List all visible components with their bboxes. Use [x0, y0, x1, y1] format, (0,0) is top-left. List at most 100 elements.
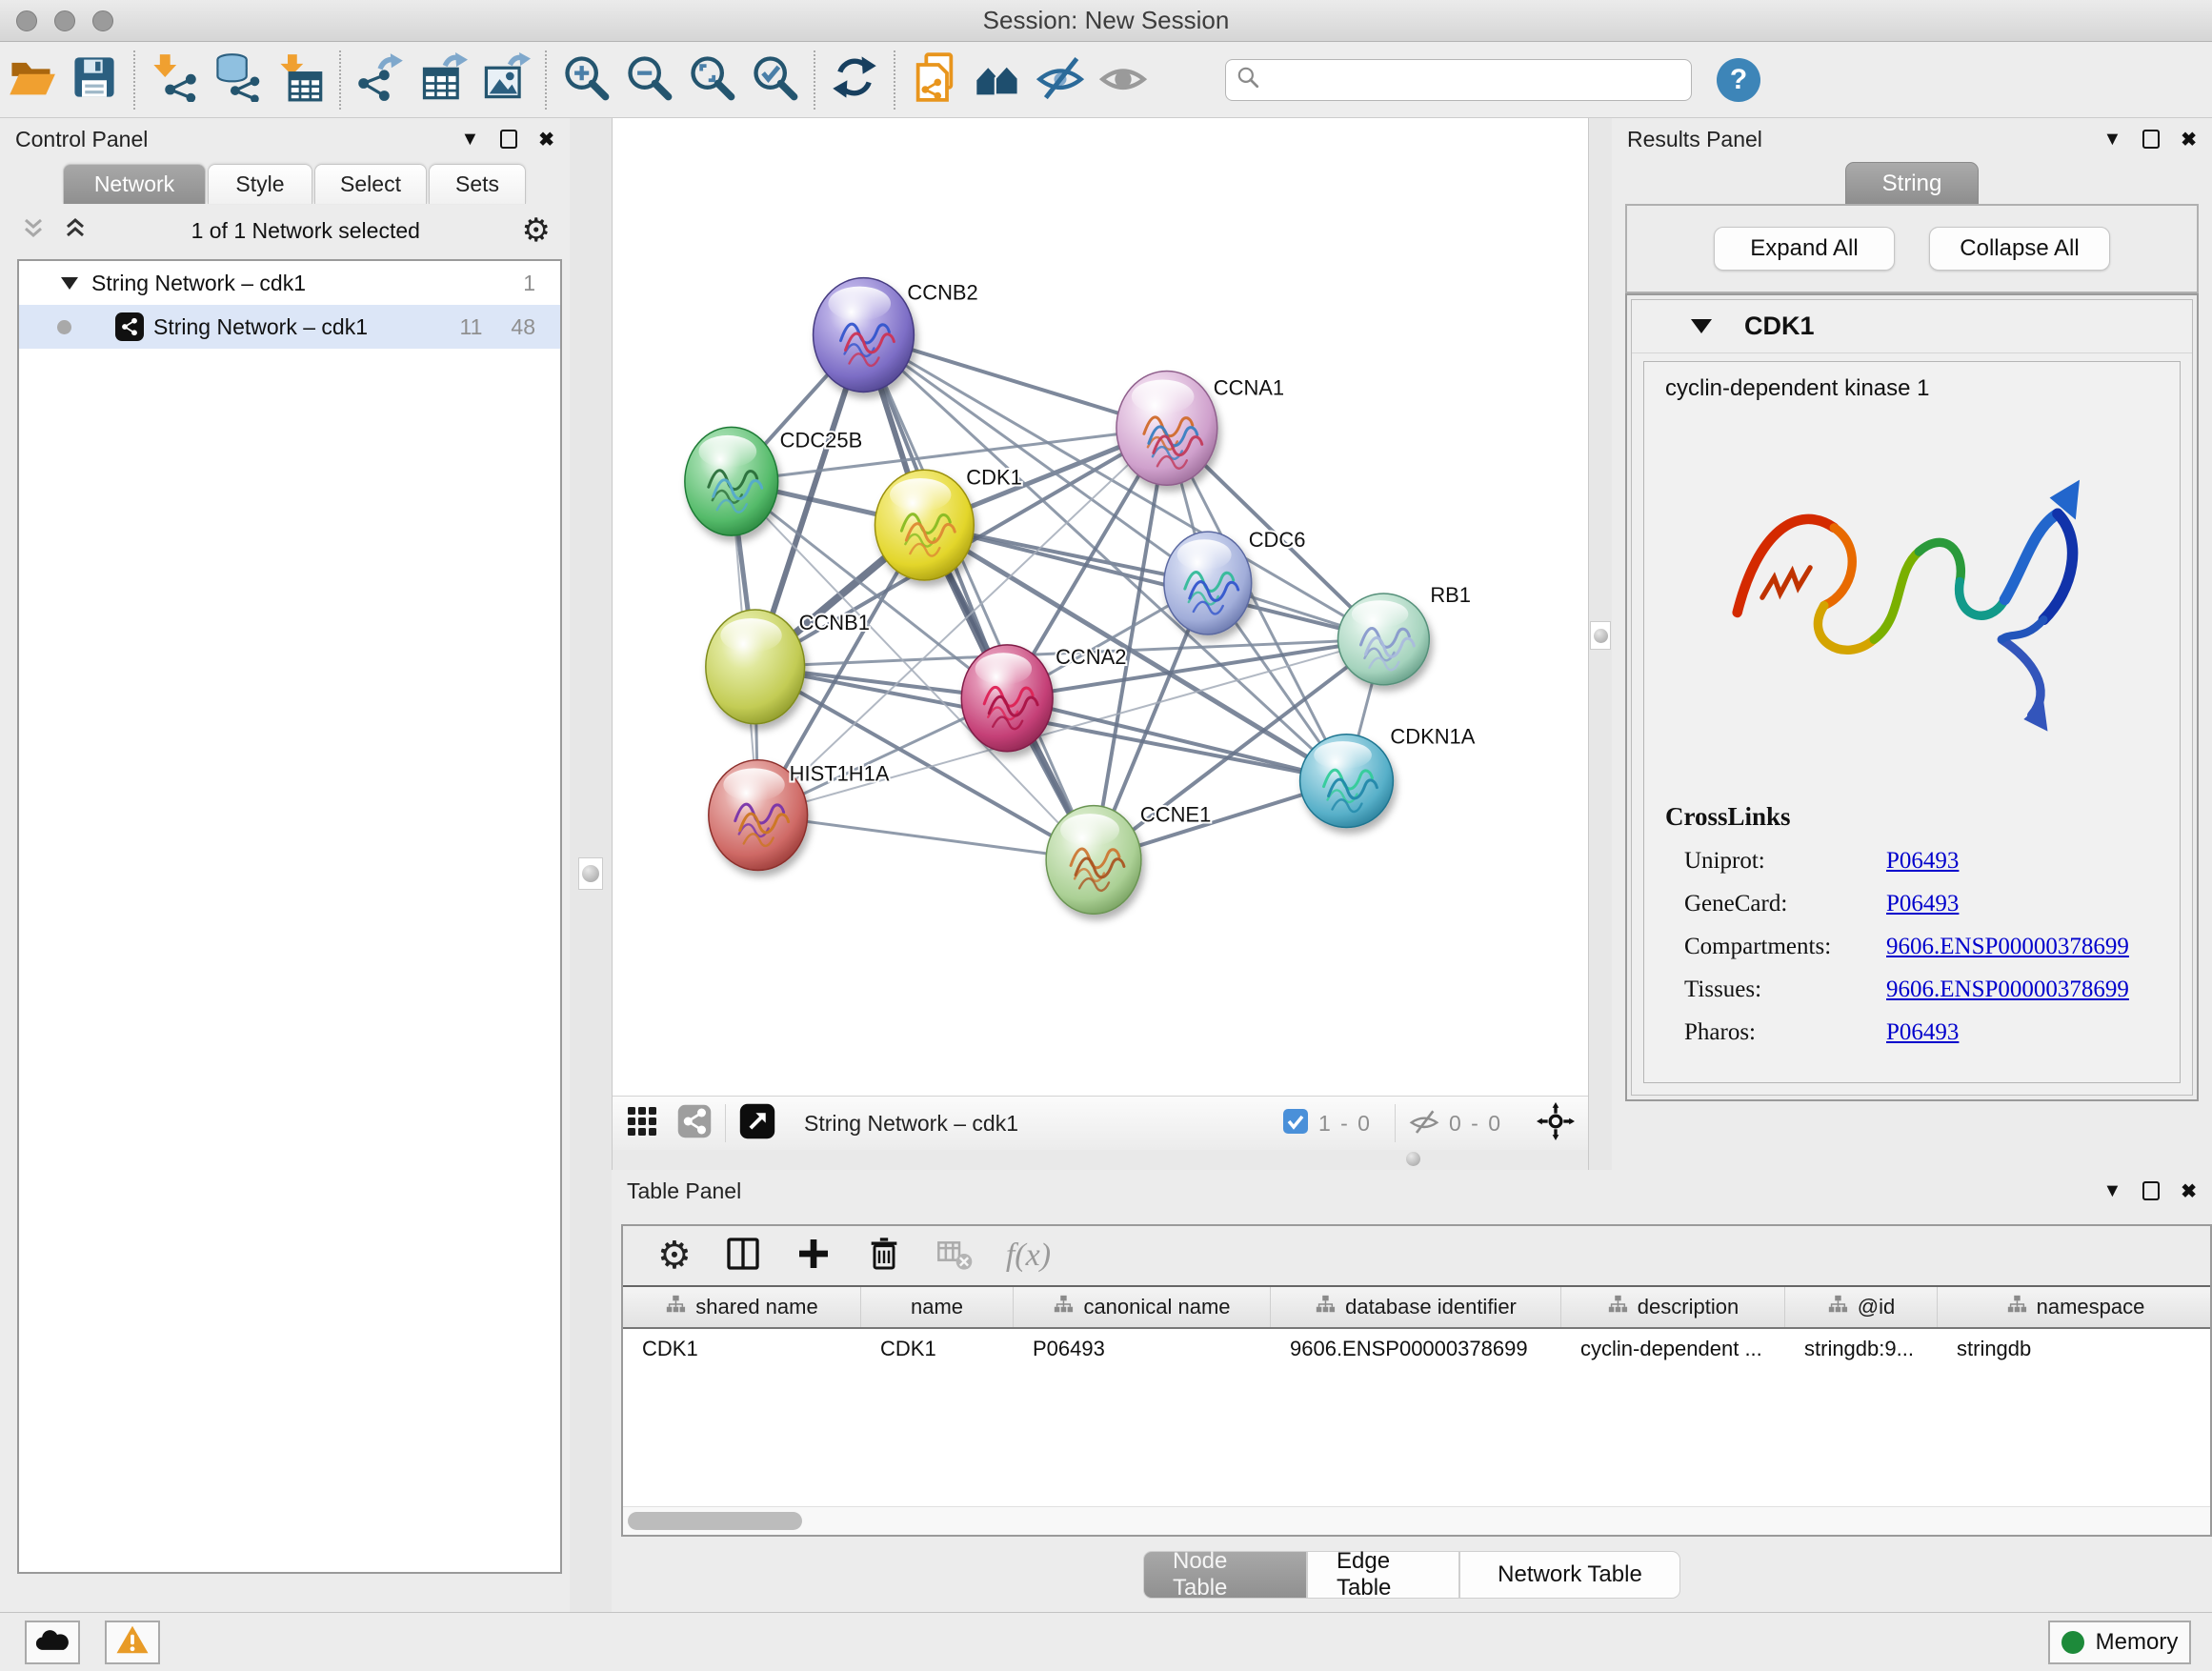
close-panel-icon[interactable]: ✖	[538, 128, 554, 151]
column-header-namespace[interactable]: namespace	[1938, 1287, 2212, 1327]
import-network-button[interactable]	[143, 50, 206, 111]
table-cell[interactable]: CDK1	[861, 1329, 1014, 1371]
tab-edge-table[interactable]: Edge Table	[1307, 1551, 1459, 1599]
table-cell[interactable]: stringdb	[1938, 1329, 2210, 1371]
splitter-handle-icon[interactable]	[582, 865, 599, 882]
memory-button[interactable]: Memory	[2048, 1621, 2191, 1664]
cloud-button[interactable]	[25, 1621, 80, 1664]
hide-selected-button[interactable]	[1029, 50, 1092, 111]
export-table-button[interactable]	[412, 50, 474, 111]
maximize-panel-icon[interactable]	[2142, 1181, 2160, 1200]
network-node-cdk1[interactable]	[875, 470, 974, 580]
float-panel-icon[interactable]: ▼	[2102, 129, 2122, 151]
tab-network-table[interactable]: Network Table	[1459, 1551, 1680, 1599]
selected-indicator-checkbox[interactable]	[1282, 1108, 1309, 1139]
column-header-canonical-name[interactable]: canonical name	[1014, 1287, 1271, 1327]
column-header-database-identifier[interactable]: database identifier	[1271, 1287, 1561, 1327]
crosslink-link[interactable]: P06493	[1886, 848, 1959, 875]
table-cell[interactable]: cyclin-dependent ...	[1561, 1329, 1785, 1371]
function-builder-button[interactable]: f(x)	[1006, 1238, 1051, 1274]
network-node-ccnb2[interactable]	[814, 278, 915, 393]
create-column-button[interactable]	[794, 1235, 833, 1278]
network-node-ccne1[interactable]	[1046, 806, 1141, 915]
table-row[interactable]: CDK1CDK1P064939606.ENSP00000378699cyclin…	[623, 1329, 2210, 1371]
crosslink-link[interactable]: 9606.ENSP00000378699	[1886, 976, 2129, 1003]
tab-sets[interactable]: Sets	[429, 164, 526, 204]
crosslink-link[interactable]: 9606.ENSP00000378699	[1886, 934, 2129, 960]
table-cell[interactable]: stringdb:9...	[1785, 1329, 1938, 1371]
scrollbar-thumb[interactable]	[628, 1512, 802, 1530]
right-splitter[interactable]	[1589, 118, 1612, 1170]
export-network-button[interactable]	[349, 50, 412, 111]
network-node-ccna1[interactable]	[1116, 371, 1217, 485]
save-session-button[interactable]	[63, 50, 126, 111]
crosslink-link[interactable]: P06493	[1886, 891, 1959, 917]
zoom-fit-button[interactable]	[680, 50, 743, 111]
expand-all-networks-icon[interactable]	[61, 214, 90, 248]
column-header-name[interactable]: name	[861, 1287, 1014, 1327]
export-image-button[interactable]	[474, 50, 537, 111]
zoom-selected-button[interactable]	[743, 50, 806, 111]
search-box[interactable]	[1225, 59, 1692, 101]
tab-node-table[interactable]: Node Table	[1143, 1551, 1307, 1599]
show-columns-button[interactable]	[724, 1235, 762, 1278]
splitter-handle-icon[interactable]	[1594, 629, 1608, 643]
first-neighbors-button[interactable]	[966, 50, 1029, 111]
tab-network[interactable]: Network	[63, 164, 206, 204]
import-network-from-database-button[interactable]	[206, 50, 269, 111]
collapse-all-button[interactable]: Collapse All	[1929, 227, 2110, 271]
column-header--id[interactable]: @id	[1785, 1287, 1938, 1327]
show-all-button[interactable]	[1092, 50, 1155, 111]
network-collection-row[interactable]: String Network – cdk1 1	[19, 261, 560, 305]
network-node-rb1[interactable]	[1338, 594, 1430, 685]
apply-layout-button[interactable]	[823, 50, 886, 111]
column-header-shared-name[interactable]: shared name	[623, 1287, 861, 1327]
view-grid-button[interactable]	[626, 1105, 658, 1142]
tab-style[interactable]: Style	[208, 164, 312, 204]
network-canvas[interactable]: CCNB2CCNA1CDC25BCDK1CDC6RB1CCNB1CCNA2CDK…	[613, 118, 1588, 1096]
tab-string[interactable]: String	[1845, 162, 1979, 206]
network-node-cdc25b[interactable]	[685, 427, 778, 535]
network-node-ccnb1[interactable]	[706, 610, 805, 724]
tree-expander-icon[interactable]	[61, 277, 78, 290]
crosslink-link[interactable]: P06493	[1886, 1019, 1959, 1046]
string-view-badge-icon[interactable]	[677, 1104, 712, 1143]
delete-table-button[interactable]	[935, 1235, 974, 1278]
warning-button[interactable]	[105, 1621, 160, 1664]
collapse-triangle-icon[interactable]	[1691, 319, 1712, 333]
open-session-button[interactable]	[0, 50, 63, 111]
detach-view-button[interactable]	[739, 1103, 775, 1144]
import-table-button[interactable]	[269, 50, 332, 111]
horizontal-splitter[interactable]	[613, 1150, 1588, 1170]
delete-column-button[interactable]	[865, 1235, 903, 1278]
maximize-panel-icon[interactable]	[500, 130, 517, 149]
birds-eye-view-button[interactable]	[1537, 1102, 1575, 1145]
table-horizontal-scrollbar[interactable]	[623, 1506, 2210, 1535]
network-node-cdkn1a[interactable]	[1300, 735, 1394, 828]
maximize-panel-icon[interactable]	[2142, 130, 2160, 149]
float-panel-icon[interactable]: ▼	[460, 129, 479, 151]
table-cell[interactable]: CDK1	[623, 1329, 861, 1371]
protein-section-header[interactable]: CDK1	[1632, 300, 2192, 353]
left-splitter[interactable]	[570, 118, 612, 1612]
zoom-in-button[interactable]	[554, 50, 617, 111]
close-panel-icon[interactable]: ✖	[2181, 128, 2197, 151]
zoom-out-button[interactable]	[617, 50, 680, 111]
tab-select[interactable]: Select	[314, 164, 427, 204]
help-button[interactable]: ?	[1717, 58, 1760, 102]
collapse-all-networks-icon[interactable]	[19, 214, 48, 248]
expand-all-button[interactable]: Expand All	[1714, 227, 1895, 271]
network-options-gear-button[interactable]: ⚙	[522, 214, 551, 247]
column-header-description[interactable]: description	[1561, 1287, 1785, 1327]
table-options-gear-button[interactable]: ⚙	[657, 1237, 692, 1275]
splitter-handle-icon[interactable]	[1406, 1152, 1420, 1166]
close-panel-icon[interactable]: ✖	[2181, 1179, 2197, 1203]
float-panel-icon[interactable]: ▼	[2102, 1180, 2122, 1202]
new-network-from-selection-button[interactable]	[903, 50, 966, 111]
network-node-cdc6[interactable]	[1164, 532, 1252, 634]
search-input[interactable]	[1268, 68, 1681, 92]
table-cell[interactable]: 9606.ENSP00000378699	[1271, 1329, 1561, 1371]
network-node-ccna2[interactable]	[961, 645, 1053, 752]
network-row[interactable]: String Network – cdk1 11 48	[19, 305, 560, 349]
table-cell[interactable]: P06493	[1014, 1329, 1271, 1371]
